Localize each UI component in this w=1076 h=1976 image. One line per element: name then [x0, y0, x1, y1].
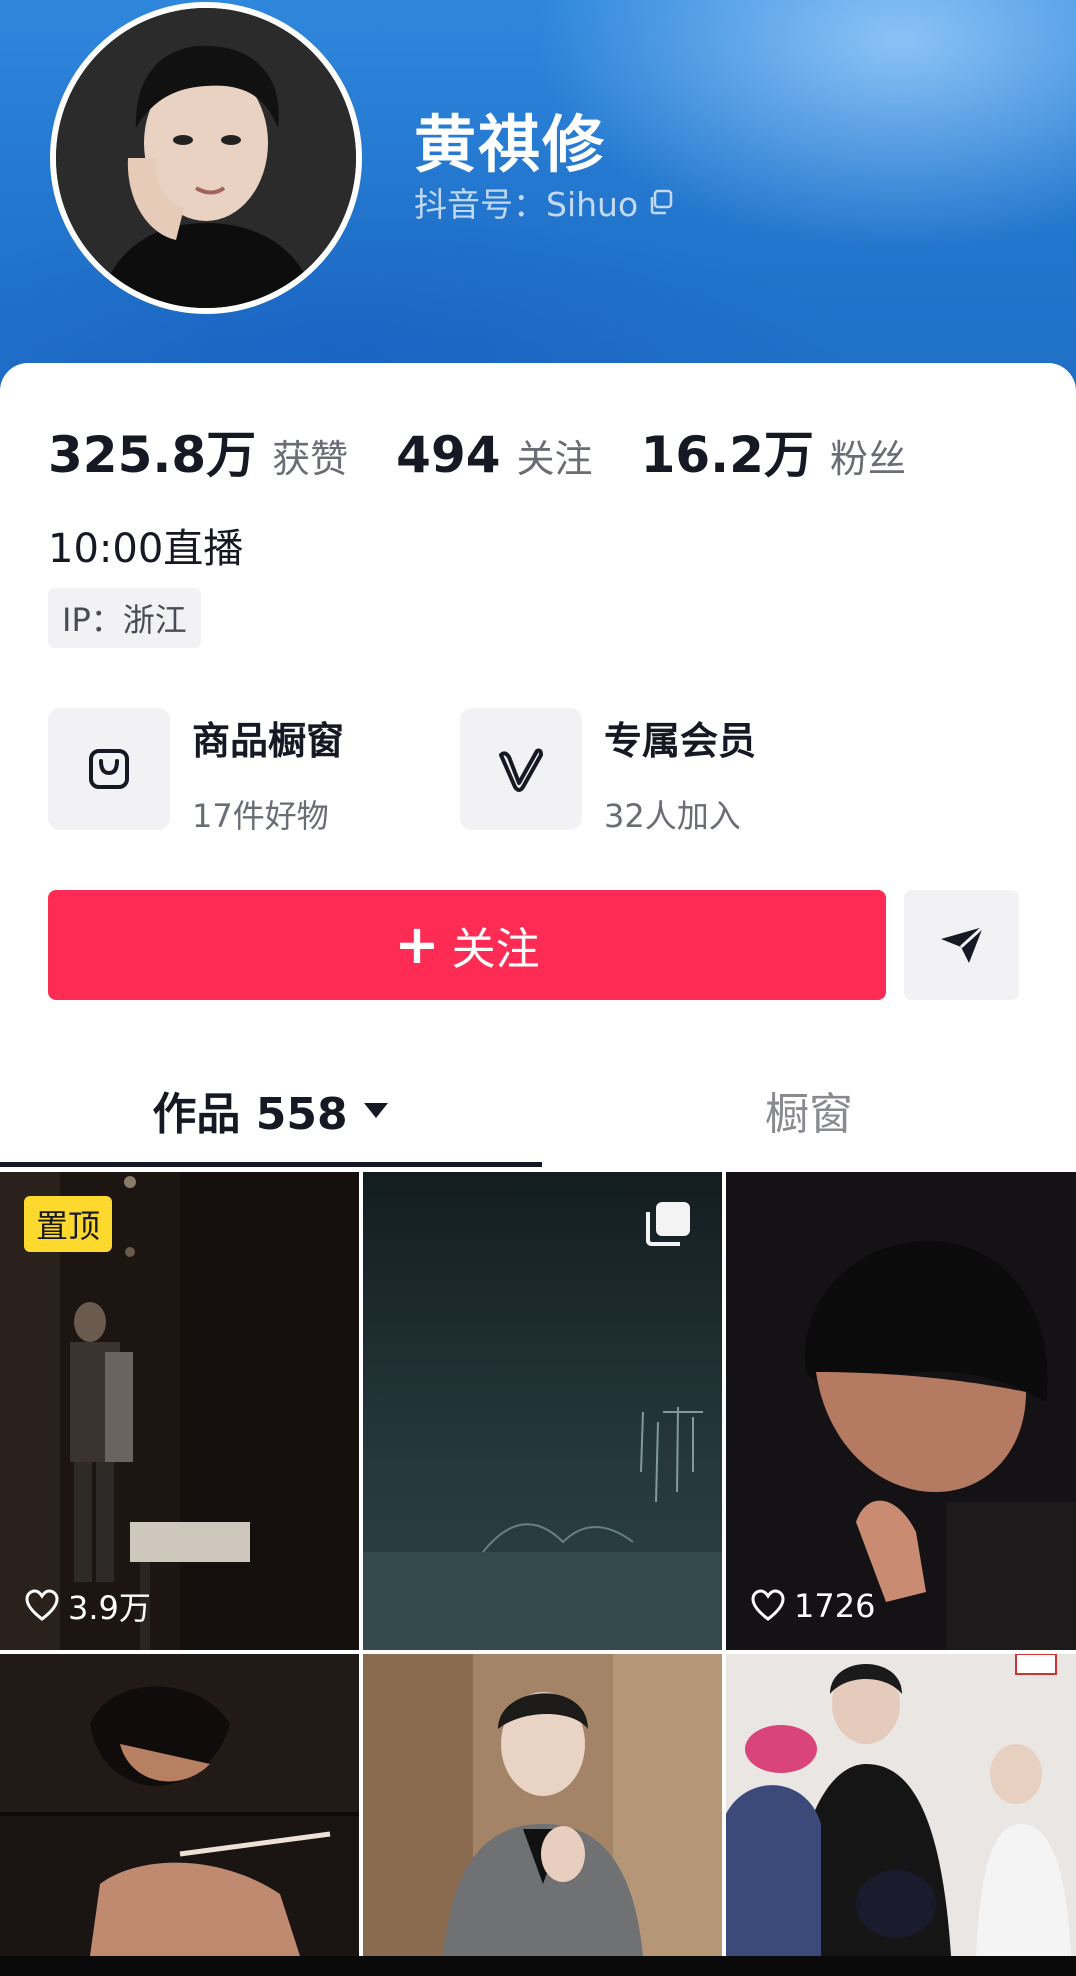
video-tile[interactable]: 1726	[726, 1172, 1076, 1650]
heart-icon	[751, 1589, 785, 1621]
video-thumbnail	[0, 1654, 359, 1956]
stat-value: 16.2万	[640, 426, 814, 484]
tab-showcase-label: 橱窗	[765, 1089, 853, 1140]
like-count-text: 3.9万	[68, 1589, 151, 1627]
feature-icon-box	[460, 708, 582, 830]
tab-showcase[interactable]: 橱窗	[542, 1070, 1076, 1150]
like-count: 1726	[750, 1584, 875, 1628]
feature-membership[interactable]: 专属会员 32人加入	[460, 708, 757, 835]
video-tile[interactable]	[363, 1654, 722, 1956]
video-thumbnail	[726, 1172, 1076, 1650]
douyin-id[interactable]: 抖音号：Sihuo	[414, 180, 676, 224]
vip-icon	[499, 748, 543, 792]
douyin-id-text: 抖音号：Sihuo	[414, 185, 639, 224]
stat-label: 粉丝	[829, 437, 906, 481]
share-button[interactable]	[904, 890, 1019, 1000]
profile-name: 黄祺修	[414, 108, 607, 181]
pinned-badge: 置顶	[24, 1196, 113, 1252]
send-icon	[940, 925, 984, 963]
stat-following[interactable]: 494 关注	[396, 426, 592, 484]
video-thumbnail	[363, 1654, 722, 1956]
multi-image-icon	[646, 1202, 690, 1246]
avatar-photo	[56, 8, 356, 308]
like-count-text: 1726	[794, 1587, 876, 1625]
plus-icon: +	[394, 913, 440, 976]
copy-icon[interactable]	[646, 187, 676, 217]
video-tile[interactable]	[0, 1654, 359, 1956]
stat-value: 325.8万	[48, 426, 257, 484]
feature-subtitle: 32人加入	[604, 797, 741, 835]
feature-subtitle: 17件好物	[192, 797, 329, 835]
active-tab-indicator	[0, 1162, 542, 1167]
video-tile[interactable]	[726, 1654, 1076, 1956]
stats-row: 325.8万 获赞 494 关注 16.2万 粉丝	[48, 415, 954, 484]
shopping-bag-icon	[89, 749, 129, 789]
stat-likes[interactable]: 325.8万 获赞	[48, 415, 348, 487]
system-navigation-bar	[0, 1956, 1076, 1976]
stat-label: 关注	[516, 437, 593, 481]
ip-location-tag: IP：浙江	[48, 588, 201, 648]
video-thumbnail	[726, 1654, 1076, 1956]
tab-works[interactable]: 作品 558	[0, 1070, 542, 1150]
video-tile[interactable]: 置顶 3.9万	[0, 1172, 359, 1650]
heart-icon	[25, 1589, 59, 1621]
bio-text: 10:00直播	[48, 526, 244, 572]
video-tile[interactable]	[363, 1172, 722, 1650]
follow-button[interactable]: + 关注	[48, 890, 886, 1000]
feature-title: 商品橱窗	[192, 719, 345, 763]
avatar[interactable]	[50, 2, 362, 314]
caret-down-icon	[363, 1103, 388, 1118]
feature-icon-box	[48, 708, 170, 830]
follow-button-label: 关注	[451, 924, 540, 975]
feature-shop-window[interactable]: 商品橱窗 17件好物	[48, 708, 345, 835]
stat-value: 494	[396, 426, 501, 484]
tab-works-label: 作品 558	[152, 1089, 348, 1140]
like-count: 3.9万	[24, 1584, 151, 1628]
stat-followers[interactable]: 16.2万 粉丝	[641, 415, 906, 487]
stat-label: 获赞	[272, 437, 349, 481]
feature-title: 专属会员	[604, 719, 757, 763]
